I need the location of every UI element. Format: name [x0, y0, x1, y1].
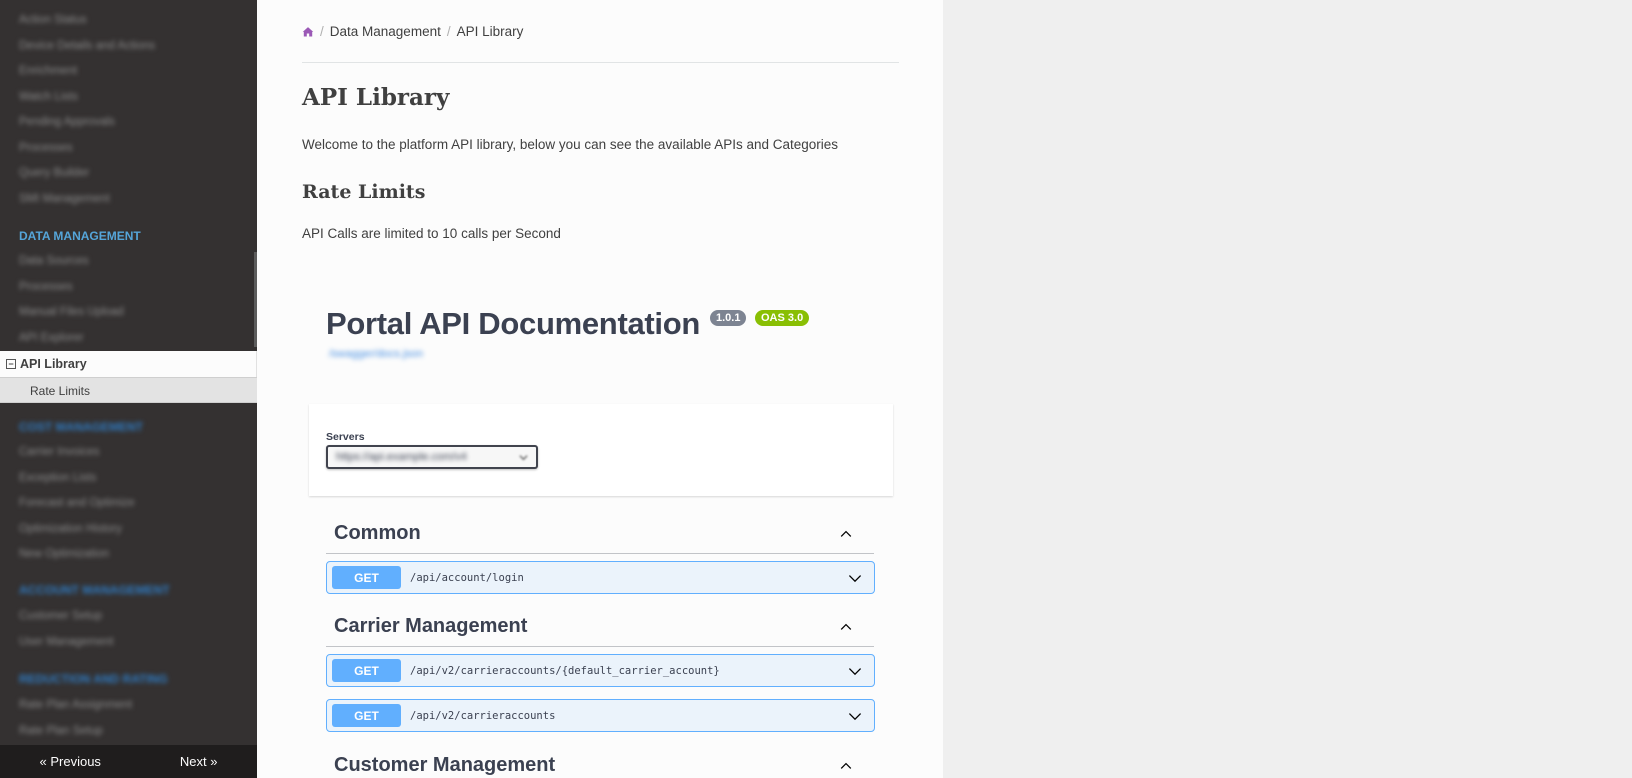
http-method-badge: GET — [332, 659, 401, 682]
tag-name: Carrier Management — [334, 615, 528, 637]
sidebar-item-pending-approvals[interactable]: Pending Approvals — [0, 110, 257, 136]
sidebar-item-exception-lists[interactable]: Exception Lists — [0, 466, 257, 492]
http-method-badge: GET — [332, 566, 401, 589]
chevron-down-icon — [519, 454, 528, 460]
breadcrumb-data-management[interactable]: Data Management — [330, 24, 441, 39]
tag-name: Common — [334, 522, 421, 544]
divider — [302, 62, 899, 63]
oas-badge: OAS 3.0 — [755, 310, 810, 326]
sidebar-item-action-status[interactable]: Action Status — [0, 8, 257, 34]
tag-section-carrier-management[interactable]: Carrier Management — [326, 607, 874, 647]
operation-get-carrier-accounts[interactable]: GET /api/v2/carrieraccounts — [326, 699, 875, 732]
collapse-icon[interactable]: − — [6, 359, 16, 369]
sidebar-item-rate-plan-setup[interactable]: Rate Plan Setup — [0, 719, 257, 745]
sidebar-item-api-explorer[interactable]: API Explorer — [0, 326, 257, 352]
version-badge: 1.0.1 — [710, 310, 747, 326]
sidebar-item-rate-limits[interactable]: Rate Limits — [0, 377, 257, 403]
sidebar-item-processes[interactable]: Processes — [0, 136, 257, 162]
sidebar-caption-account-management: ACCOUNT MANAGEMENT — [19, 583, 170, 597]
swagger-spec-link[interactable]: /swagger/docs.json — [329, 348, 423, 360]
sidebar-item-query-builder[interactable]: Query Builder — [0, 161, 257, 187]
sidebar: Action Status Device Details and Actions… — [0, 0, 257, 778]
sidebar-item-device-details[interactable]: Device Details and Actions — [0, 34, 257, 60]
sidebar-item-customer-setup[interactable]: Customer Setup — [0, 604, 257, 630]
chevron-up-icon[interactable] — [838, 526, 854, 542]
sidebar-item-new-optimization[interactable]: New Optimization — [0, 542, 257, 568]
chevron-down-icon[interactable] — [847, 708, 863, 724]
breadcrumb: / Data Management / API Library — [302, 24, 523, 39]
sidebar-item-label: API Library — [20, 357, 87, 371]
servers-select[interactable]: https://api.example.com/v4 — [326, 445, 538, 469]
sidebar-item-optimization-history[interactable]: Optimization History — [0, 517, 257, 543]
sidebar-caption-cost-management: COST MANAGEMENT — [19, 420, 143, 434]
sidebar-item-rate-plan-assignment[interactable]: Rate Plan Assignment — [0, 693, 257, 719]
sidebar-item-dm-processes[interactable]: Processes — [0, 275, 257, 301]
intro-text: Welcome to the platform API library, bel… — [302, 137, 839, 152]
next-page-link[interactable]: Next » — [180, 754, 218, 769]
breadcrumb-current: API Library — [456, 24, 524, 39]
home-icon[interactable] — [302, 26, 314, 38]
sidebar-caption-data-management: DATA MANAGEMENT — [19, 229, 141, 243]
breadcrumb-separator: / — [320, 24, 324, 39]
rate-limits-text: API Calls are limited to 10 calls per Se… — [302, 226, 561, 241]
sidebar-pager: « Previous Next » — [0, 745, 257, 778]
sidebar-item-forecast-optimize[interactable]: Forecast and Optimize — [0, 491, 257, 517]
operation-path: /api/account/login — [410, 571, 524, 584]
sidebar-item-carrier-invoices[interactable]: Carrier Invoices — [0, 440, 257, 466]
chevron-up-icon[interactable] — [838, 619, 854, 635]
sidebar-caption-reduction-rating: REDUCTION AND RATING — [19, 672, 168, 686]
operation-get-account-login[interactable]: GET /api/account/login — [326, 561, 875, 594]
tag-section-common[interactable]: Common — [326, 514, 874, 554]
swagger-title: Portal API Documentation — [326, 306, 701, 341]
chevron-up-icon[interactable] — [838, 758, 854, 774]
rate-limits-heading: Rate Limits — [302, 181, 426, 203]
chevron-down-icon[interactable] — [847, 663, 863, 679]
tag-name: Customer Management — [334, 754, 556, 776]
sidebar-item-data-sources[interactable]: Data Sources — [0, 249, 257, 275]
breadcrumb-separator: / — [446, 24, 451, 39]
sidebar-item-smi-management[interactable]: SMI Management — [0, 187, 257, 213]
operation-path: /api/v2/carrieraccounts — [410, 709, 556, 722]
sidebar-item-user-management[interactable]: User Management — [0, 630, 257, 656]
sidebar-item-watch-lists[interactable]: Watch Lists — [0, 85, 257, 111]
sidebar-item-api-library[interactable]: − API Library — [0, 351, 257, 377]
servers-panel: Servers https://api.example.com/v4 — [309, 404, 893, 496]
page-title: API Library — [302, 84, 450, 111]
tag-section-customer-management[interactable]: Customer Management — [326, 746, 874, 778]
chevron-down-icon[interactable] — [847, 570, 863, 586]
servers-label: Servers — [326, 431, 365, 443]
server-selected-value: https://api.example.com/v4 — [336, 451, 467, 463]
operation-get-carrier-account-default[interactable]: GET /api/v2/carrieraccounts/{default_car… — [326, 654, 875, 687]
operation-path: /api/v2/carrieraccounts/{default_carrier… — [410, 664, 720, 677]
main-content: / Data Management / API Library API Libr… — [257, 0, 943, 778]
sidebar-item-manual-files-upload[interactable]: Manual Files Upload — [0, 300, 257, 326]
http-method-badge: GET — [332, 704, 401, 727]
previous-page-link[interactable]: « Previous — [40, 754, 101, 769]
sidebar-item-enrichment[interactable]: Enrichment — [0, 59, 257, 85]
